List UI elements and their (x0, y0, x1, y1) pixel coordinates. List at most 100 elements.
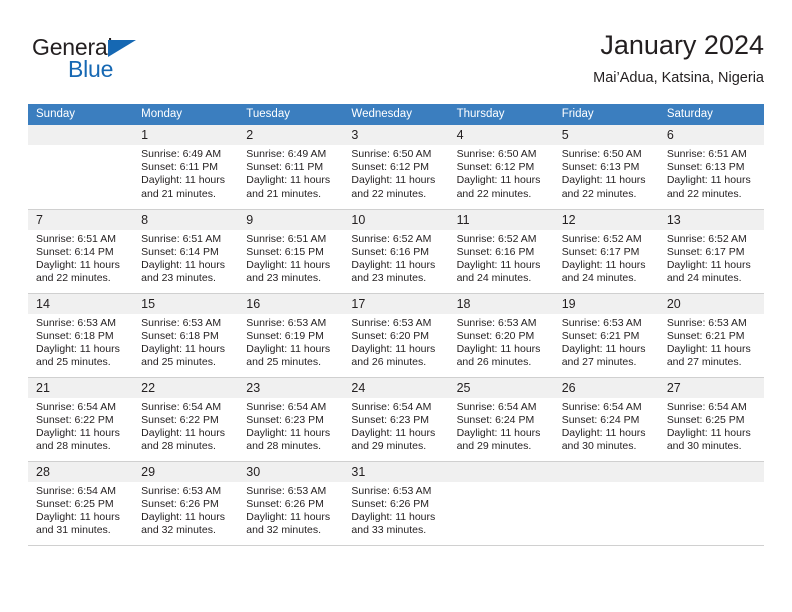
day-details: Sunrise: 6:54 AM Sunset: 6:24 PM Daylight:… (554, 398, 659, 454)
calendar-day-cell[interactable]: 5 Sunrise: 6:50 AM Sunset: 6:13 PM Daylight… (553, 125, 659, 210)
daylight-text-line2: and 23 minutes. (246, 272, 321, 285)
day-details: Sunrise: 6:53 AM Sunset: 6:20 PM Daylight:… (343, 314, 448, 370)
day-number (658, 461, 764, 482)
calendar-day-cell[interactable]: 25 Sunrise: 6:54 AM Sunset: 6:24 PM Dayligh… (448, 377, 554, 462)
daylight-text-line1: Daylight: 11 hours (36, 342, 120, 355)
sunrise-text: Sunrise: 6:53 AM (351, 484, 432, 497)
calendar-day-cell[interactable]: 24 Sunrise: 6:54 AM Sunset: 6:23 PM Dayligh… (343, 377, 449, 462)
daylight-text-line2: and 23 minutes. (351, 272, 427, 285)
daylight-text-line1: Daylight: 11 hours (246, 342, 331, 355)
day-details: Sunrise: 6:49 AM Sunset: 6:11 PM Daylight:… (133, 145, 238, 201)
calendar-day-cell[interactable]: 16 Sunrise: 6:53 AM Sunset: 6:19 PM Dayligh… (238, 293, 344, 378)
day-details: Sunrise: 6:52 AM Sunset: 6:16 PM Daylight:… (343, 230, 448, 286)
sunset-text: Sunset: 6:20 PM (351, 329, 430, 342)
day-number: 29 (133, 461, 239, 482)
daylight-text-line1: Daylight: 11 hours (36, 426, 120, 439)
day-details: Sunrise: 6:53 AM Sunset: 6:26 PM Daylight:… (343, 482, 448, 538)
daylight-text-line1: Daylight: 11 hours (36, 510, 120, 523)
daylight-text-line2: and 26 minutes. (351, 356, 427, 369)
calendar-day-cell-empty (28, 125, 134, 210)
daylight-text-line1: Daylight: 11 hours (351, 342, 436, 355)
day-number: 6 (658, 125, 764, 145)
calendar-day-cell[interactable]: 10 Sunrise: 6:52 AM Sunset: 6:16 PM Dayligh… (343, 209, 449, 294)
sunrise-text: Sunrise: 6:52 AM (456, 232, 537, 245)
daylight-text-line1: Daylight: 11 hours (246, 174, 331, 187)
sunset-text: Sunset: 6:18 PM (36, 329, 114, 342)
daylight-text-line1: Daylight: 11 hours (36, 258, 120, 271)
calendar-day-cell[interactable]: 15 Sunrise: 6:53 AM Sunset: 6:18 PM Dayligh… (133, 293, 239, 378)
daylight-text-line2: and 22 minutes. (666, 187, 742, 200)
daylight-text-line1: Daylight: 11 hours (351, 174, 436, 187)
sunset-text: Sunset: 6:14 PM (36, 245, 114, 258)
calendar-day-cell[interactable]: 13 Sunrise: 6:52 AM Sunset: 6:17 PM Dayligh… (658, 209, 764, 294)
calendar-day-cell[interactable]: 4 Sunrise: 6:50 AM Sunset: 6:12 PM Daylight… (448, 125, 554, 210)
daylight-text-line1: Daylight: 11 hours (561, 174, 646, 187)
sunrise-text: Sunrise: 6:54 AM (36, 400, 116, 413)
calendar-day-cell-empty (448, 461, 554, 546)
calendar-day-cell[interactable]: 12 Sunrise: 6:52 AM Sunset: 6:17 PM Dayligh… (553, 209, 659, 294)
day-number: 31 (343, 461, 449, 482)
sunset-text: Sunset: 6:11 PM (141, 161, 218, 174)
calendar-day-cell[interactable]: 11 Sunrise: 6:52 AM Sunset: 6:16 PM Dayligh… (448, 209, 554, 294)
calendar-day-cell[interactable]: 2 Sunrise: 6:49 AM Sunset: 6:11 PM Daylight… (238, 125, 344, 210)
calendar-day-cell[interactable]: 1 Sunrise: 6:49 AM Sunset: 6:11 PM Daylight… (133, 125, 239, 210)
sunrise-text: Sunrise: 6:54 AM (351, 400, 432, 413)
daylight-text-line1: Daylight: 11 hours (246, 510, 331, 523)
weekday-header-wednesday: Wednesday (343, 104, 449, 125)
sunset-text: Sunset: 6:12 PM (456, 161, 535, 174)
calendar-day-cell[interactable]: 31 Sunrise: 6:53 AM Sunset: 6:26 PM Dayligh… (343, 461, 449, 546)
day-details: Sunrise: 6:51 AM Sunset: 6:14 PM Daylight:… (133, 230, 238, 286)
sunrise-text: Sunrise: 6:50 AM (456, 148, 537, 160)
sunrise-text: Sunrise: 6:53 AM (456, 316, 537, 329)
day-details: Sunrise: 6:50 AM Sunset: 6:12 PM Daylight:… (343, 145, 448, 201)
calendar-day-cell[interactable]: 9 Sunrise: 6:51 AM Sunset: 6:15 PM Daylight… (238, 209, 344, 294)
calendar-week-row: 28 Sunrise: 6:54 AM Sunset: 6:25 PM Dayligh… (28, 461, 764, 546)
daylight-text-line2: and 29 minutes. (351, 440, 427, 453)
calendar-day-cell[interactable]: 22 Sunrise: 6:54 AM Sunset: 6:22 PM Dayligh… (133, 377, 239, 462)
calendar-day-cell[interactable]: 14 Sunrise: 6:53 AM Sunset: 6:18 PM Dayligh… (28, 293, 134, 378)
calendar-day-cell[interactable]: 23 Sunrise: 6:54 AM Sunset: 6:23 PM Dayligh… (238, 377, 344, 462)
daylight-text-line1: Daylight: 11 hours (666, 174, 751, 187)
day-number: 9 (238, 209, 344, 230)
calendar-header-row: Sunday Monday Tuesday Wednesday Thursday Frid… (28, 104, 764, 125)
calendar-day-cell[interactable]: 21 Sunrise: 6:54 AM Sunset: 6:22 PM Dayligh… (28, 377, 134, 462)
daylight-text-line2: and 21 minutes. (141, 187, 216, 200)
weekday-header-friday: Friday (553, 104, 659, 125)
daylight-text-line1: Daylight: 11 hours (666, 426, 751, 439)
sunset-text: Sunset: 6:13 PM (561, 161, 640, 174)
calendar-day-cell[interactable]: 7 Sunrise: 6:51 AM Sunset: 6:14 PM Daylight… (28, 209, 134, 294)
day-details: Sunrise: 6:54 AM Sunset: 6:22 PM Daylight:… (28, 398, 133, 454)
calendar-day-cell[interactable]: 28 Sunrise: 6:54 AM Sunset: 6:25 PM Dayligh… (28, 461, 134, 546)
sunset-text: Sunset: 6:24 PM (561, 413, 640, 426)
calendar-day-cell[interactable]: 8 Sunrise: 6:51 AM Sunset: 6:14 PM Daylight… (133, 209, 239, 294)
day-number: 10 (343, 209, 449, 230)
day-number: 18 (448, 293, 554, 314)
calendar-day-cell[interactable]: 18 Sunrise: 6:53 AM Sunset: 6:20 PM Dayligh… (448, 293, 554, 378)
sunrise-text: Sunrise: 6:54 AM (561, 400, 642, 413)
daylight-text-line1: Daylight: 11 hours (141, 426, 225, 439)
daylight-text-line2: and 28 minutes. (36, 440, 111, 453)
day-details: Sunrise: 6:53 AM Sunset: 6:21 PM Daylight:… (659, 314, 764, 370)
calendar-day-cell[interactable]: 29 Sunrise: 6:53 AM Sunset: 6:26 PM Dayligh… (133, 461, 239, 546)
daylight-text-line2: and 28 minutes. (246, 440, 321, 453)
calendar-day-cell[interactable]: 27 Sunrise: 6:54 AM Sunset: 6:25 PM Dayligh… (658, 377, 764, 462)
day-number: 30 (238, 461, 344, 482)
calendar-day-cell[interactable]: 17 Sunrise: 6:53 AM Sunset: 6:20 PM Dayligh… (343, 293, 449, 378)
sunset-text: Sunset: 6:17 PM (561, 245, 640, 258)
daylight-text-line1: Daylight: 11 hours (141, 258, 225, 271)
calendar-day-cell[interactable]: 19 Sunrise: 6:53 AM Sunset: 6:21 PM Dayligh… (553, 293, 659, 378)
calendar-day-cell[interactable]: 30 Sunrise: 6:53 AM Sunset: 6:26 PM Dayligh… (238, 461, 344, 546)
daylight-text-line2: and 22 minutes. (561, 187, 637, 200)
calendar-day-cell[interactable]: 20 Sunrise: 6:53 AM Sunset: 6:21 PM Dayligh… (658, 293, 764, 378)
day-details: Sunrise: 6:51 AM Sunset: 6:14 PM Daylight:… (28, 230, 133, 286)
daylight-text-line1: Daylight: 11 hours (561, 426, 646, 439)
day-number: 17 (343, 293, 449, 314)
sunrise-text: Sunrise: 6:51 AM (666, 148, 747, 160)
calendar-day-cell[interactable]: 26 Sunrise: 6:54 AM Sunset: 6:24 PM Dayligh… (553, 377, 659, 462)
day-details: Sunrise: 6:53 AM Sunset: 6:21 PM Daylight:… (554, 314, 659, 370)
daylight-text-line1: Daylight: 11 hours (246, 426, 331, 439)
weekday-header-saturday: Saturday (658, 104, 764, 125)
daylight-text-line2: and 24 minutes. (666, 272, 742, 285)
calendar-day-cell[interactable]: 3 Sunrise: 6:50 AM Sunset: 6:12 PM Daylight… (343, 125, 449, 210)
calendar-day-cell[interactable]: 6 Sunrise: 6:51 AM Sunset: 6:13 PM Daylight… (658, 125, 764, 210)
